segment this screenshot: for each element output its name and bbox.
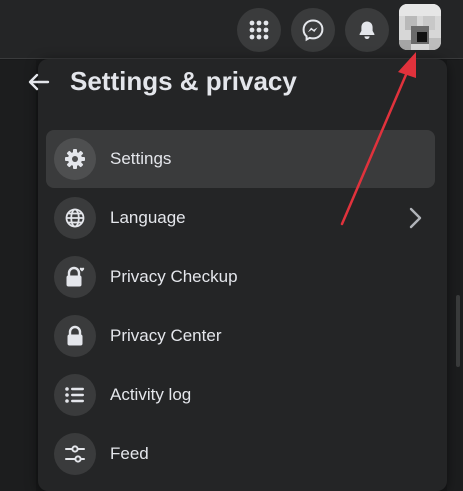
- menu-item-label: Language: [110, 208, 186, 227]
- menu-item-settings[interactable]: Settings: [46, 130, 435, 188]
- panel-header: Settings & privacy: [24, 66, 297, 97]
- top-bar: [0, 0, 463, 59]
- list-icon: [54, 374, 96, 416]
- account-avatar[interactable]: [399, 4, 441, 50]
- menu-item-label: Feed: [110, 444, 149, 463]
- notifications-bell-icon: [359, 21, 375, 39]
- lock-heart-icon: [54, 256, 96, 298]
- panel-title: Settings & privacy: [70, 66, 297, 96]
- menu-item-privacy-checkup[interactable]: Privacy Checkup: [46, 248, 435, 306]
- scrollbar[interactable]: [456, 295, 460, 367]
- page-background-left: [0, 60, 36, 491]
- sliders-icon: [54, 433, 96, 475]
- menu-item-label: Settings: [110, 149, 172, 168]
- back-arrow-icon: [28, 73, 50, 90]
- menu-item-activity-log[interactable]: Activity log: [46, 366, 435, 424]
- menu-grid-button[interactable]: [237, 8, 281, 52]
- lock-icon: [54, 315, 96, 357]
- gear-icon: [54, 138, 96, 180]
- menu-item-label: Privacy Center: [110, 326, 222, 345]
- menu-item-label: Activity log: [110, 385, 192, 404]
- notifications-button[interactable]: [345, 8, 389, 52]
- menu-item-label: Privacy Checkup: [110, 267, 238, 286]
- messenger-button[interactable]: [291, 8, 335, 52]
- page-background-right: [447, 60, 463, 491]
- menu-grid-icon: [249, 20, 269, 40]
- back-button[interactable]: [24, 67, 54, 97]
- chevron-right-icon: [409, 207, 422, 229]
- menu-item-feed[interactable]: Feed: [46, 425, 435, 483]
- menu-item-language[interactable]: Language: [46, 189, 435, 247]
- menu-item-privacy-center[interactable]: Privacy Center: [46, 307, 435, 365]
- globe-icon: [54, 197, 96, 239]
- messenger-icon: [302, 19, 324, 42]
